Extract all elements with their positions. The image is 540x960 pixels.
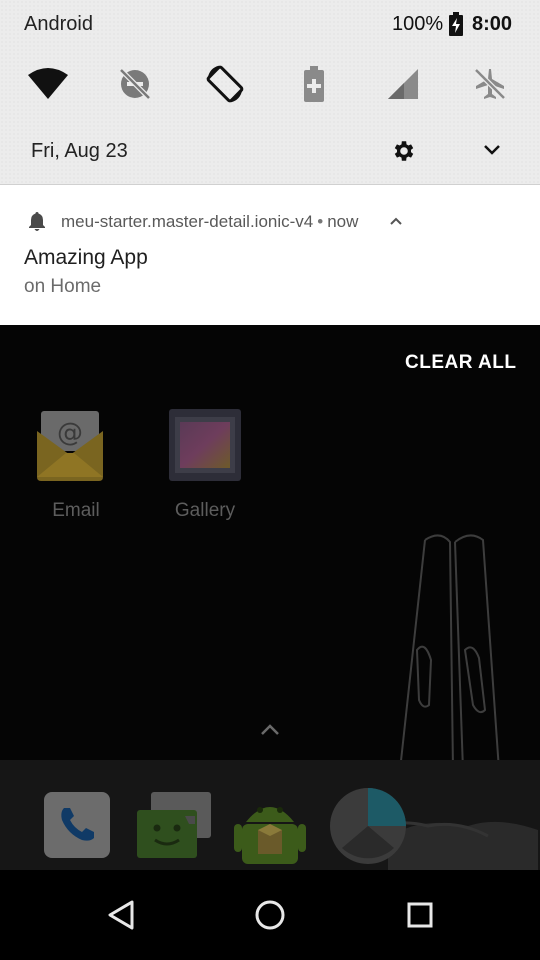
back-icon xyxy=(108,900,134,930)
browser-app[interactable] xyxy=(328,786,538,875)
battery-saver-icon xyxy=(304,66,324,102)
bell-icon xyxy=(29,212,45,231)
cellular-tile[interactable] xyxy=(381,62,425,106)
do-not-disturb-off-icon xyxy=(119,68,151,100)
settings-gear-icon[interactable] xyxy=(391,138,417,164)
home-icon xyxy=(255,900,285,930)
clear-all-button[interactable]: CLEAR ALL xyxy=(405,352,516,374)
cellular-signal-icon xyxy=(388,69,418,99)
notification-separator: • xyxy=(317,212,324,231)
navigation-bar xyxy=(0,870,540,960)
notification-header: meu-starter.master-detail.ionic-v4 • now xyxy=(61,212,358,232)
auto-rotate-tile[interactable] xyxy=(203,62,247,106)
notification-title: Amazing App xyxy=(24,246,148,269)
app-drawer-chevron-icon[interactable] xyxy=(258,722,282,738)
wifi-icon xyxy=(28,68,68,99)
carrier-label: Android xyxy=(24,13,93,35)
email-app[interactable]: @ Email xyxy=(21,405,131,522)
svg-text:@: @ xyxy=(57,418,83,448)
home-button[interactable] xyxy=(240,892,300,938)
android-app[interactable] xyxy=(232,790,308,875)
phone-app-icon xyxy=(44,792,110,858)
notification-card[interactable]: meu-starter.master-detail.ionic-v4 • now A… xyxy=(0,185,540,325)
recents-button[interactable] xyxy=(390,892,450,938)
collapse-chevron-icon[interactable] xyxy=(389,216,403,226)
expand-chevron-icon[interactable] xyxy=(481,142,503,158)
quick-settings-panel: Android 100% 8:00 Fri, Aug 23 xyxy=(0,0,540,185)
gallery-app-label: Gallery xyxy=(174,500,236,521)
back-button[interactable] xyxy=(91,892,151,938)
clock: 8:00 xyxy=(472,13,513,35)
dock xyxy=(0,760,540,870)
email-app-icon: @ xyxy=(37,411,103,481)
do-not-disturb-tile[interactable] xyxy=(113,62,157,106)
battery-percent: 100% xyxy=(392,13,444,35)
messaging-app[interactable] xyxy=(133,790,215,867)
gallery-app-icon xyxy=(169,409,241,481)
gallery-app[interactable]: Gallery xyxy=(150,405,260,522)
wifi-tile[interactable] xyxy=(26,62,70,106)
browser-app-icon xyxy=(330,788,538,870)
android-app-icon xyxy=(234,807,306,864)
notification-app-name: meu-starter.master-detail.ionic-v4 xyxy=(61,212,314,231)
notification-time: now xyxy=(327,212,359,231)
status-bar: Android 100% 8:00 xyxy=(0,0,540,50)
battery-saver-tile[interactable] xyxy=(292,62,336,106)
phone-app[interactable] xyxy=(42,790,112,865)
auto-rotate-icon xyxy=(206,65,244,103)
messaging-app-icon xyxy=(137,792,211,858)
airplane-mode-off-icon xyxy=(474,68,506,100)
notification-text: on Home xyxy=(24,276,102,297)
wallpaper-skis-graphic xyxy=(399,534,500,770)
date-label[interactable]: Fri, Aug 23 xyxy=(31,140,128,163)
email-app-label: Email xyxy=(52,500,100,521)
battery-charging-icon xyxy=(449,12,463,36)
recents-icon xyxy=(407,902,433,928)
airplane-mode-tile[interactable] xyxy=(468,62,512,106)
